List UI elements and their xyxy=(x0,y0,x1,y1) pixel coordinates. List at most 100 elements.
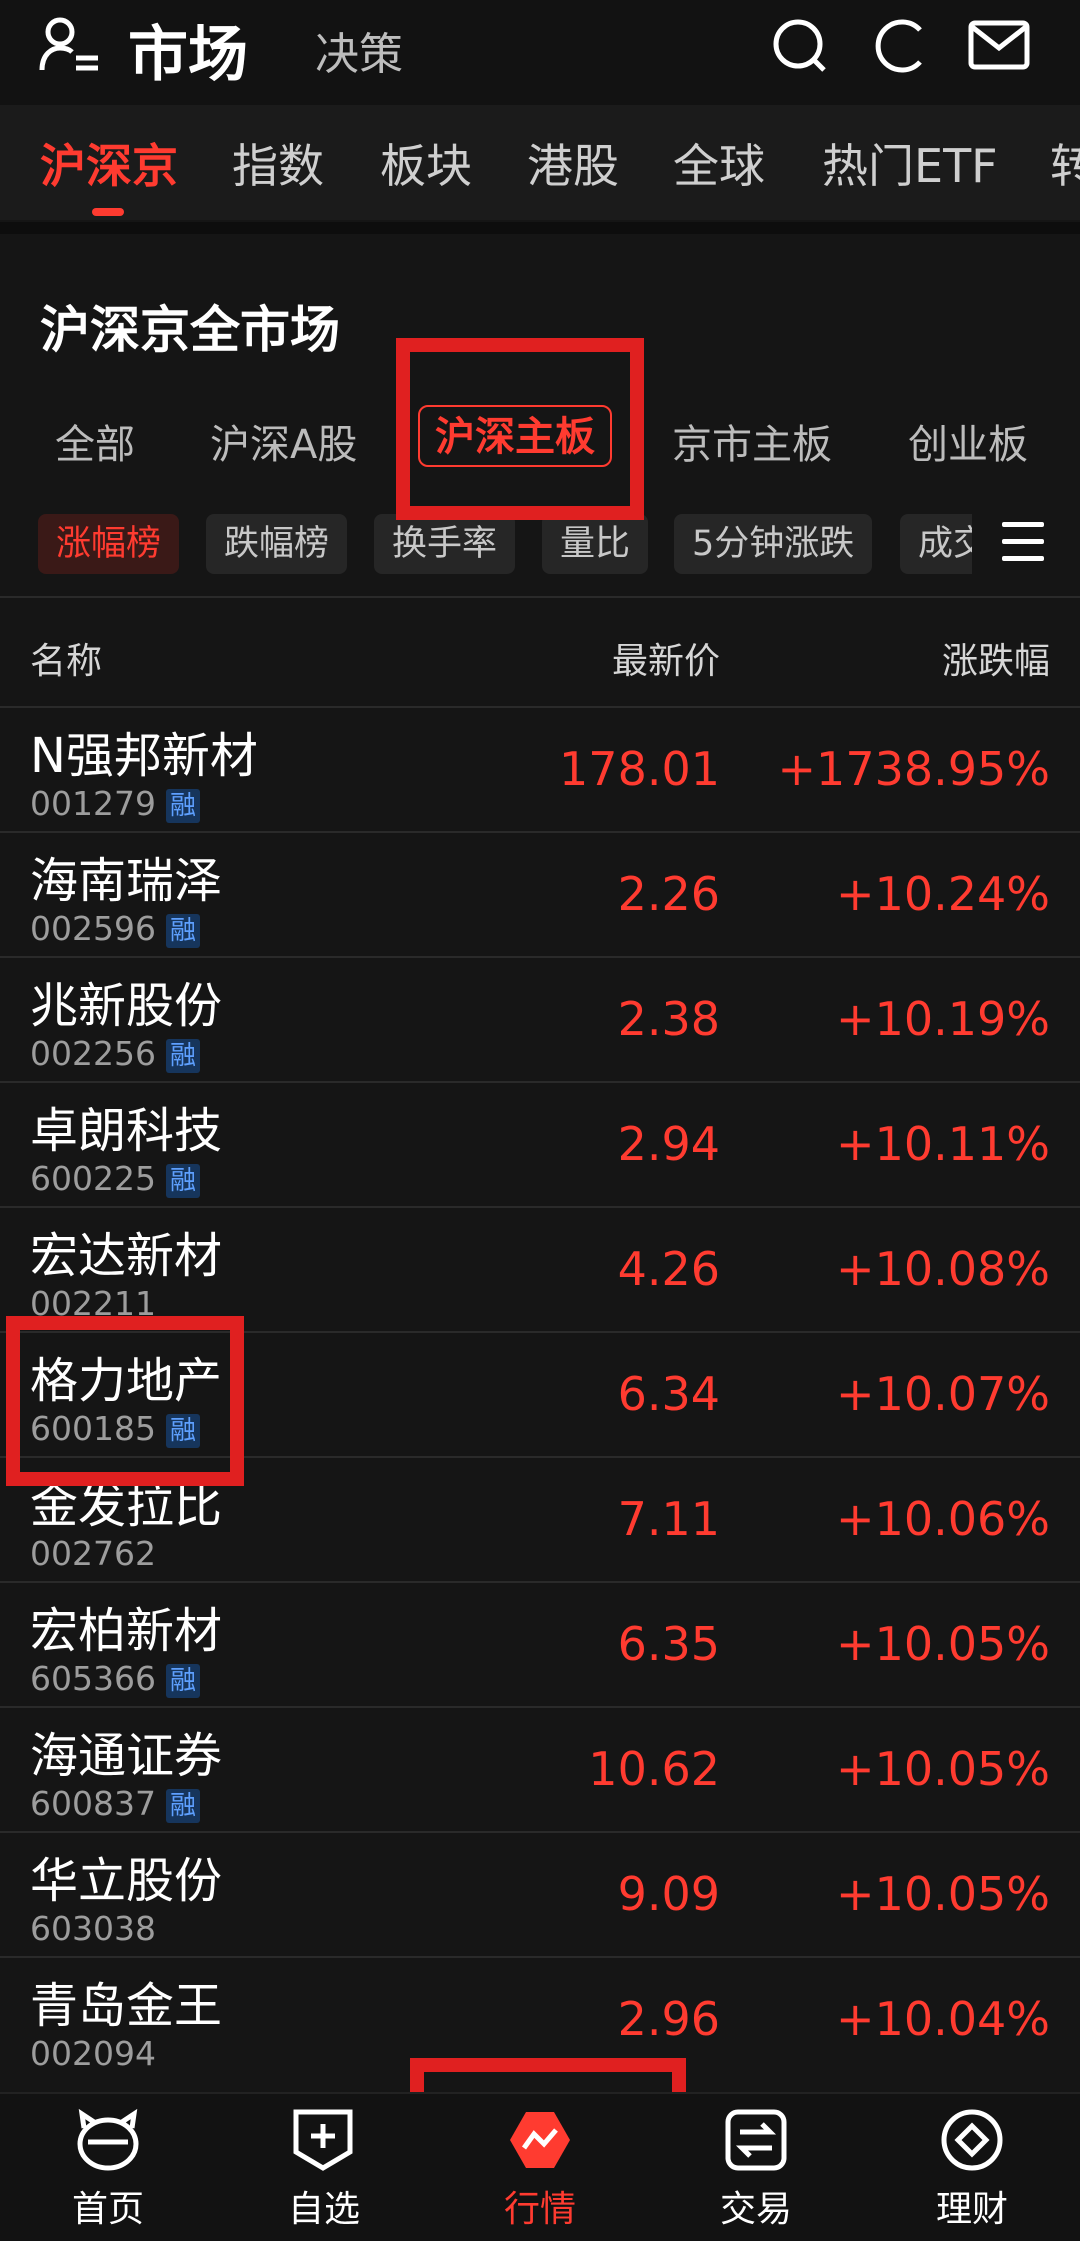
row-divider xyxy=(0,1706,1080,1708)
stock-change: +10.24% xyxy=(836,867,1050,921)
chip-volume-ratio[interactable]: 量比 xyxy=(542,514,649,574)
tab-index[interactable]: 指数 xyxy=(232,130,324,196)
trade-icon[interactable] xyxy=(724,2108,788,2172)
table-row[interactable]: 宏柏新材 605366 融 6.35 +10.05% xyxy=(0,1581,1080,1706)
nav-trade[interactable]: 交易 xyxy=(648,2180,864,2232)
board-tab-all[interactable]: 全部 xyxy=(55,412,135,470)
chip-5min-change[interactable]: 5分钟涨跌 xyxy=(674,514,873,574)
stock-code: 603038 xyxy=(30,1909,156,1948)
stock-price: 2.26 xyxy=(617,867,720,921)
stock-change: +10.11% xyxy=(836,1117,1050,1171)
tab-global[interactable]: 全球 xyxy=(673,130,765,196)
refresh-icon[interactable] xyxy=(872,16,928,76)
stock-price: 9.09 xyxy=(617,1867,720,1921)
stock-name: 华立股份 xyxy=(30,1853,223,1909)
stock-code-text: 001279 xyxy=(30,784,156,823)
column-name[interactable]: 名称 xyxy=(30,632,102,684)
stock-code: 002256 融 xyxy=(30,1034,200,1073)
stock-code: 605366 融 xyxy=(30,1659,200,1698)
wealth-icon[interactable] xyxy=(940,2108,1004,2172)
tab-hushenjing[interactable]: 沪深京 xyxy=(40,130,178,196)
menu-icon[interactable] xyxy=(1002,522,1044,566)
stock-change: +10.06% xyxy=(836,1492,1050,1546)
row-divider xyxy=(0,706,1080,708)
table-row[interactable]: N强邦新材 001279 融 178.01 +1738.95% xyxy=(0,706,1080,831)
stock-code-text: 600225 xyxy=(30,1159,156,1198)
row-divider xyxy=(0,1581,1080,1583)
stock-change: +10.05% xyxy=(836,1742,1050,1796)
section-separator xyxy=(0,222,1080,234)
home-icon[interactable] xyxy=(72,2108,144,2174)
stock-price: 2.38 xyxy=(617,992,720,1046)
stock-name: 兆新股份 xyxy=(30,978,223,1034)
tab-hk-stocks[interactable]: 港股 xyxy=(527,130,619,196)
row-divider xyxy=(0,1956,1080,1958)
table-row[interactable]: 海通证券 600837 融 10.62 +10.05% xyxy=(0,1706,1080,1831)
stock-change: +10.04% xyxy=(836,1992,1050,2046)
nav-wealth[interactable]: 理财 xyxy=(864,2180,1080,2232)
tab-hot-etf[interactable]: 热门ETF xyxy=(822,130,998,196)
column-change[interactable]: 涨跌幅 xyxy=(942,632,1050,684)
nav-home[interactable]: 首页 xyxy=(0,2180,216,2232)
search-icon[interactable] xyxy=(770,16,830,76)
stock-name: 宏柏新材 xyxy=(30,1603,223,1659)
stock-code: 600837 融 xyxy=(30,1784,200,1823)
board-tab-bj-main[interactable]: 京市主板 xyxy=(672,412,832,470)
table-row[interactable]: 宏达新材 002211 4.26 +10.08% xyxy=(0,1206,1080,1331)
stock-code-text: 605366 xyxy=(30,1659,156,1698)
row-divider xyxy=(0,1831,1080,1833)
stock-code: 002596 融 xyxy=(30,909,200,948)
table-row[interactable]: 卓朗科技 600225 融 2.94 +10.11% xyxy=(0,1081,1080,1206)
nav-market[interactable]: 行情 xyxy=(432,2180,648,2232)
stock-code-text: 603038 xyxy=(30,1909,156,1948)
margin-badge: 融 xyxy=(165,1663,200,1698)
stock-price: 4.26 xyxy=(617,1242,720,1296)
stock-price: 6.34 xyxy=(617,1367,720,1421)
page-title: 市场 xyxy=(128,20,248,90)
stock-price: 178.01 xyxy=(559,742,720,796)
row-divider xyxy=(0,1206,1080,1208)
stock-change: +10.07% xyxy=(836,1367,1050,1421)
stock-price: 6.35 xyxy=(617,1617,720,1671)
market-icon[interactable] xyxy=(506,2108,574,2172)
stock-code-text: 002762 xyxy=(30,1534,156,1573)
margin-badge: 融 xyxy=(165,1788,200,1823)
mail-icon[interactable] xyxy=(968,20,1030,70)
tab-sector[interactable]: 板块 xyxy=(380,130,472,196)
stock-code: 002762 xyxy=(30,1534,156,1573)
table-row[interactable]: 海南瑞泽 002596 融 2.26 +10.24% xyxy=(0,831,1080,956)
nav-watchlist[interactable]: 自选 xyxy=(216,2180,432,2232)
stock-name: N强邦新材 xyxy=(30,728,258,784)
stock-code-text: 002256 xyxy=(30,1034,156,1073)
user-menu-icon[interactable] xyxy=(38,14,102,78)
stock-change: +1738.95% xyxy=(777,742,1050,796)
annotation-box-board xyxy=(396,338,644,520)
stock-name: 青岛金王 xyxy=(30,1978,223,2034)
watchlist-icon[interactable] xyxy=(290,2106,356,2174)
table-row[interactable]: 兆新股份 002256 融 2.38 +10.19% xyxy=(0,956,1080,1081)
margin-badge: 融 xyxy=(165,1038,200,1073)
stock-code: 600225 融 xyxy=(30,1159,200,1198)
chip-gainers[interactable]: 涨幅榜 xyxy=(38,514,180,574)
stock-price: 2.96 xyxy=(617,1992,720,2046)
board-tab-a-shares[interactable]: 沪深A股 xyxy=(210,412,357,470)
stock-code-text: 002596 xyxy=(30,909,156,948)
board-tab-chinext[interactable]: 创业板 xyxy=(908,412,1028,470)
column-price[interactable]: 最新价 xyxy=(612,632,720,684)
active-tab-indicator xyxy=(92,208,124,216)
stock-price: 7.11 xyxy=(617,1492,720,1546)
chip-losers[interactable]: 跌幅榜 xyxy=(206,514,348,574)
decision-tab[interactable]: 决策 xyxy=(315,18,403,82)
stock-change: +10.05% xyxy=(836,1867,1050,1921)
divider xyxy=(0,596,1080,598)
row-divider xyxy=(0,1081,1080,1083)
chip-turnover[interactable]: 换手率 xyxy=(374,514,516,574)
stock-price: 10.62 xyxy=(588,1742,720,1796)
tab-convertible[interactable]: 转 xyxy=(1050,130,1080,196)
annotation-box-stock xyxy=(6,1316,244,1486)
stock-name: 卓朗科技 xyxy=(30,1103,223,1159)
margin-badge: 融 xyxy=(165,913,200,948)
table-row[interactable]: 华立股份 603038 9.09 +10.05% xyxy=(0,1831,1080,1956)
margin-badge: 融 xyxy=(165,788,200,823)
section-title: 沪深京全市场 xyxy=(40,301,340,359)
